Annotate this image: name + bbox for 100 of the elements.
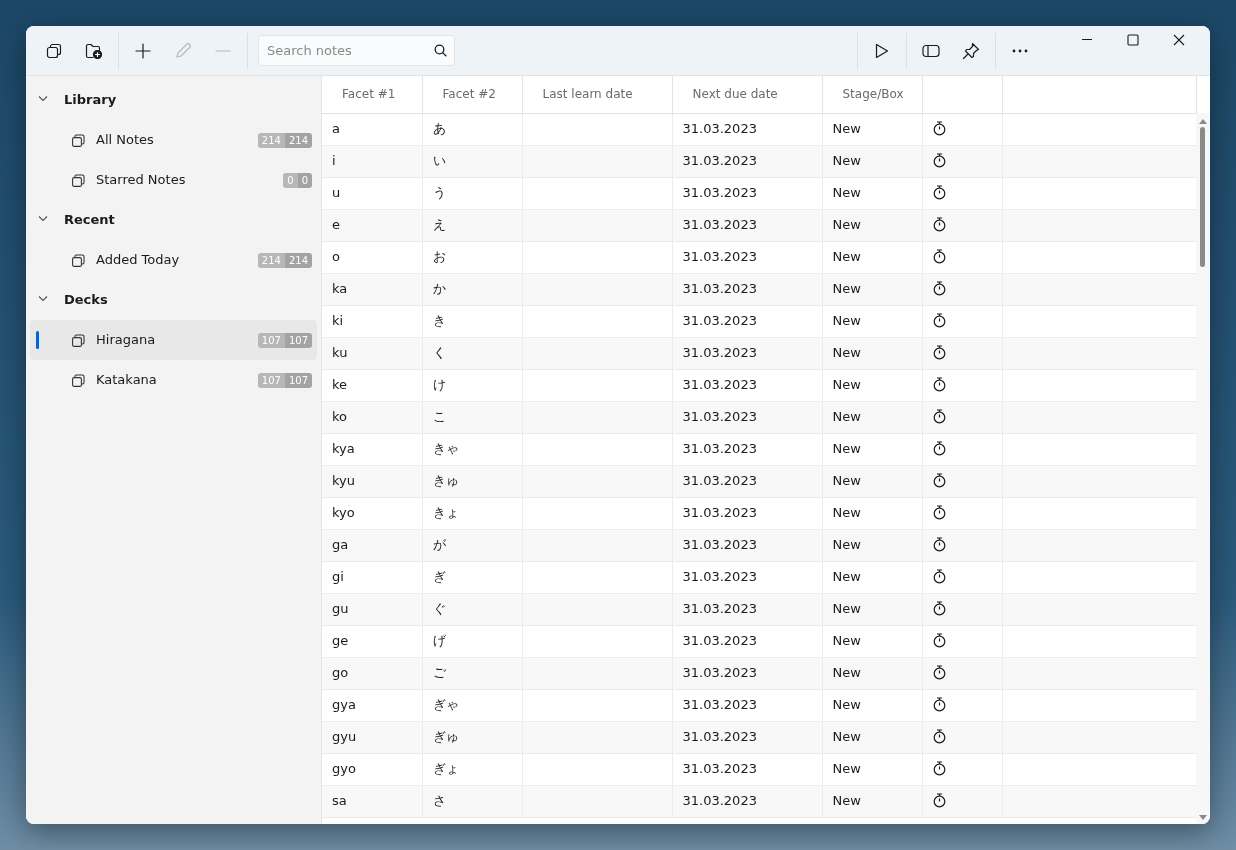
table-cell: 31.03.2023 [672, 785, 822, 817]
sidebar-item[interactable]: Added Today 214 214 [30, 240, 317, 280]
stopwatch-icon [932, 440, 946, 456]
stopwatch-icon [932, 632, 946, 648]
stopwatch-icon [932, 408, 946, 424]
column-header[interactable]: Last learn date [522, 76, 672, 113]
table-cell: New [822, 369, 922, 401]
table-cell: gyo [322, 753, 422, 785]
table-cell: さ [422, 785, 522, 817]
table-cell: New [822, 561, 922, 593]
play-icon [875, 42, 889, 59]
sidebar-item[interactable]: All Notes 214 214 [30, 120, 317, 160]
table-cell: が [422, 529, 522, 561]
table-cell: 31.03.2023 [672, 433, 822, 465]
table-cell: ご [422, 657, 522, 689]
table-cell: 31.03.2023 [672, 369, 822, 401]
section-title[interactable]: Library [64, 90, 117, 110]
table-cell: New [822, 337, 922, 369]
table-cell: New [822, 145, 922, 177]
table-cell: きゃ [422, 433, 522, 465]
selection-indicator [36, 331, 39, 349]
table-cell: sa [322, 785, 422, 817]
item-label: Added Today [96, 251, 180, 270]
stopwatch-icon [932, 600, 946, 616]
table-cell: New [822, 593, 922, 625]
stopwatch-icon [932, 536, 946, 552]
count-label: 214 [257, 132, 285, 148]
item-label: All Notes [96, 131, 154, 150]
column-header[interactable]: Facet #2 [422, 76, 522, 113]
table-cell: a [322, 113, 422, 145]
table-cell: New [822, 401, 922, 433]
item-label: Katakana [96, 371, 157, 390]
plus-icon [135, 42, 151, 59]
table-cell: ぐ [422, 593, 522, 625]
sidebar-icon [922, 43, 940, 58]
table-cell: New [822, 113, 922, 145]
table-cell: o [322, 241, 422, 273]
sidebar-item[interactable]: Starred Notes 0 0 [30, 160, 317, 200]
stopwatch-icon [932, 120, 946, 136]
windows-icon [46, 42, 62, 59]
minus-icon [215, 49, 231, 52]
more-icon [1012, 48, 1028, 53]
table-cell: 31.03.2023 [672, 209, 822, 241]
section-title[interactable]: Recent [64, 210, 115, 230]
table-cell: きゅ [422, 465, 522, 497]
table-cell: げ [422, 625, 522, 657]
table-cell: ぎゃ [422, 689, 522, 721]
table-cell: 31.03.2023 [672, 241, 822, 273]
table-cell: きょ [422, 497, 522, 529]
table-cell: け [422, 369, 522, 401]
count-label: 0 [283, 172, 298, 188]
column-header[interactable]: Next due date [672, 76, 822, 113]
table-cell: 31.03.2023 [672, 753, 822, 785]
search-icon [434, 44, 447, 57]
scrollbar-thumb[interactable] [1200, 127, 1205, 267]
table-cell: 31.03.2023 [672, 305, 822, 337]
count-label: 214 [284, 132, 312, 148]
table-cell: ge [322, 625, 422, 657]
table-cell: 31.03.2023 [672, 593, 822, 625]
item-label: Starred Notes [96, 171, 186, 190]
table-cell: 31.03.2023 [672, 401, 822, 433]
stopwatch-icon [932, 216, 946, 232]
table-cell: kyo [322, 497, 422, 529]
count-label: 107 [257, 332, 285, 348]
sidebar-item[interactable]: Katakana 107 107 [30, 360, 317, 400]
table-cell: New [822, 721, 922, 753]
item-label: Hiragana [96, 331, 156, 350]
scroll-up-icon[interactable] [1198, 118, 1208, 125]
table-cell: New [822, 753, 922, 785]
section-title[interactable]: Decks [64, 290, 108, 310]
table-cell: kya [322, 433, 422, 465]
table-cell: gyu [322, 721, 422, 753]
table-cell: ke [322, 369, 422, 401]
stopwatch-icon [932, 792, 946, 808]
table-cell: ki [322, 305, 422, 337]
stopwatch-icon [932, 248, 946, 264]
search-field[interactable]: Search notes [258, 35, 455, 66]
table-cell: 31.03.2023 [672, 145, 822, 177]
count-label: 107 [284, 372, 312, 388]
table-cell: く [422, 337, 522, 369]
scroll-down-icon[interactable] [1198, 814, 1208, 821]
table-cell: gya [322, 689, 422, 721]
table-cell: 31.03.2023 [672, 465, 822, 497]
close-icon [1173, 33, 1185, 46]
stopwatch-icon [932, 504, 946, 520]
stopwatch-icon [932, 696, 946, 712]
table-cell: う [422, 177, 522, 209]
column-header[interactable]: Facet #1 [322, 76, 422, 113]
table-cell: e [322, 209, 422, 241]
table-cell: New [822, 305, 922, 337]
table-cell: New [822, 689, 922, 721]
sidebar-item[interactable]: Hiragana 107 107 [30, 320, 317, 360]
column-header[interactable]: Stage/Box [822, 76, 922, 113]
table-cell: New [822, 465, 922, 497]
table-cell: u [322, 177, 422, 209]
count-label: 107 [257, 372, 285, 388]
table-cell: ga [322, 529, 422, 561]
table-cell: kyu [322, 465, 422, 497]
table-cell: い [422, 145, 522, 177]
table-cell: New [822, 241, 922, 273]
